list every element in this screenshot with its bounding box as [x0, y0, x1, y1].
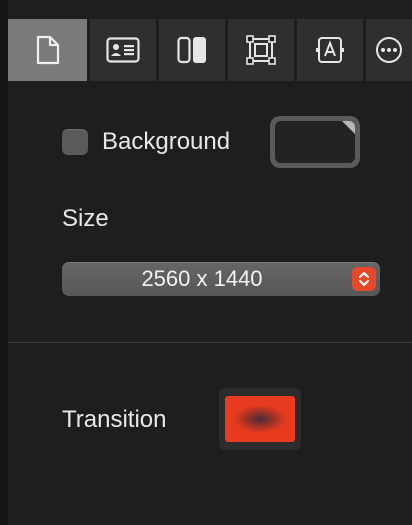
size-label: Size — [62, 205, 109, 232]
section-divider — [8, 342, 412, 343]
size-value: 2560 x 1440 — [141, 266, 263, 291]
tab-document[interactable] — [8, 19, 87, 81]
background-checkbox[interactable] — [62, 129, 88, 155]
color-picker-corner-icon — [342, 121, 355, 134]
tab-arrange[interactable] — [228, 19, 294, 81]
tab-slide-layout[interactable] — [90, 19, 156, 81]
ellipsis-circle-icon — [375, 36, 403, 64]
transition-button[interactable] — [219, 388, 301, 450]
size-popup-button[interactable]: 2560 x 1440 — [62, 262, 380, 296]
split-panels-icon — [177, 36, 207, 64]
document-icon — [35, 35, 61, 65]
background-label: Background — [102, 128, 231, 155]
transition-label: Transition — [62, 406, 167, 433]
chevron-up-down-icon — [352, 267, 376, 291]
text-frame-icon — [315, 35, 345, 65]
background-color-swatch — [275, 121, 355, 163]
background-color-well[interactable] — [270, 116, 360, 168]
transition-preview-swatch — [225, 396, 295, 442]
arrange-frame-icon — [246, 35, 276, 65]
window-edge — [0, 0, 8, 525]
inspector-toolbar — [8, 0, 412, 84]
id-card-icon — [106, 37, 140, 63]
inspector-panel: Background Size 2560 x 1440 Transition — [8, 0, 412, 525]
tab-split-view[interactable] — [159, 19, 225, 81]
tab-text-format[interactable] — [297, 19, 363, 81]
tab-more[interactable] — [366, 19, 412, 81]
